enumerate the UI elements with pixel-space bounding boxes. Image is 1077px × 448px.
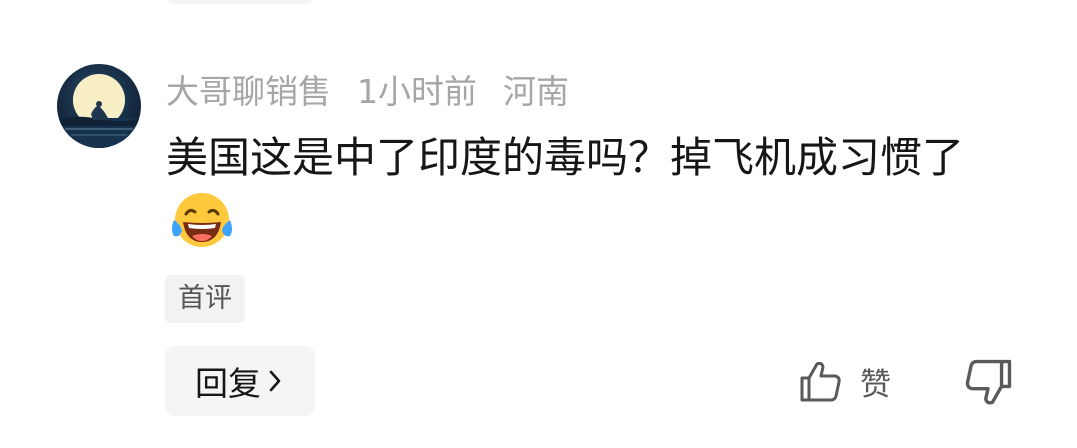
reply-button[interactable]: 回复	[165, 346, 315, 416]
like-label: 赞	[860, 366, 891, 403]
comment-text: 美国这是中了印度的毒吗？掉飞机成习惯了	[166, 133, 965, 182]
avatar[interactable]	[57, 64, 141, 148]
comment-meta: 大哥聊销售 1小时前 河南	[166, 64, 569, 114]
comment-time: 1小时前	[357, 72, 477, 111]
chevron-right-icon	[269, 370, 281, 392]
first-comment-tag: 首评	[165, 275, 245, 323]
thumbs-up-icon	[800, 361, 841, 402]
username[interactable]: 大哥聊销售	[166, 65, 331, 113]
previous-comment-button-edge	[166, 0, 314, 4]
reply-label: 回复	[195, 364, 261, 403]
laughing-crying-emoji-icon	[172, 193, 232, 247]
like-button[interactable]: 赞	[798, 355, 891, 407]
comment-location: 河南	[503, 72, 569, 111]
avatar-moon-image	[57, 74, 141, 148]
dislike-button[interactable]	[962, 357, 1014, 409]
comment-body: 美国这是中了印度的毒吗？掉飞机成习惯了	[166, 126, 1026, 256]
thumbs-down-icon	[965, 359, 1012, 405]
